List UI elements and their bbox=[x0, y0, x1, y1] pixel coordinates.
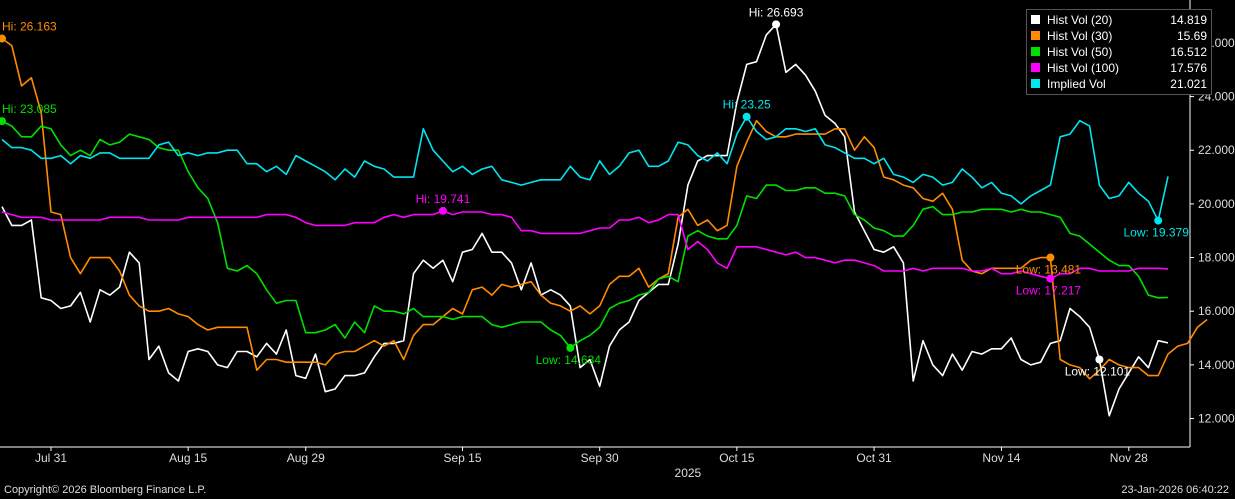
legend-item-implied-vol[interactable]: Implied Vol 21.021 bbox=[1031, 76, 1207, 92]
chart-legend: Hist Vol (20) 14.819 Hist Vol (30) 15.69… bbox=[1026, 9, 1212, 95]
legend-swatch bbox=[1031, 63, 1040, 72]
legend-label: Hist Vol (50) bbox=[1047, 45, 1113, 59]
x-tick-label: Oct 31 bbox=[856, 451, 892, 465]
x-tick-label: Jul 31 bbox=[35, 451, 67, 465]
legend-swatch bbox=[1031, 47, 1040, 56]
legend-label: Implied Vol bbox=[1047, 77, 1106, 91]
legend-value: 21.021 bbox=[1170, 77, 1207, 91]
legend-label: Hist Vol (100) bbox=[1047, 61, 1120, 75]
legend-label: Hist Vol (20) bbox=[1047, 13, 1113, 27]
extreme-marker bbox=[566, 343, 575, 352]
legend-item-hist-vol-100[interactable]: Hist Vol (100) 17.576 bbox=[1031, 60, 1207, 76]
extreme-annotation: Low: 14.634 bbox=[536, 353, 602, 367]
extreme-marker bbox=[1046, 274, 1055, 283]
y-tick-label: 12.000 bbox=[1198, 412, 1235, 426]
y-tick-label: 16.000 bbox=[1198, 304, 1235, 318]
legend-item-hist-vol-30[interactable]: Hist Vol (30) 15.69 bbox=[1031, 28, 1207, 44]
y-tick-label: 14.000 bbox=[1198, 358, 1235, 372]
x-tick-label: Sep 30 bbox=[581, 451, 619, 465]
extreme-marker bbox=[1154, 216, 1163, 225]
y-tick-label: 20.000 bbox=[1198, 197, 1235, 211]
y-tick-label: 22.000 bbox=[1198, 143, 1235, 157]
legend-swatch bbox=[1031, 79, 1040, 88]
legend-swatch bbox=[1031, 31, 1040, 40]
y-tick-label: 18.000 bbox=[1198, 251, 1235, 265]
legend-value: 15.69 bbox=[1176, 29, 1207, 43]
legend-value: 14.819 bbox=[1170, 13, 1207, 27]
extreme-annotation: Low: 17.217 bbox=[1016, 284, 1082, 298]
x-tick-label: Aug 29 bbox=[287, 451, 325, 465]
extreme-annotation: Hi: 26.693 bbox=[749, 5, 804, 19]
extreme-marker bbox=[0, 117, 6, 126]
extreme-annotation: Hi: 23.085 bbox=[2, 102, 57, 116]
legend-value: 16.512 bbox=[1170, 45, 1207, 59]
timestamp-text: 23-Jan-2026 06:40:22 bbox=[1121, 484, 1229, 496]
series-line-implied-vol bbox=[1, 115, 1169, 222]
x-tick-label: Nov 28 bbox=[1110, 451, 1148, 465]
extreme-annotation: Hi: 23.25 bbox=[723, 98, 771, 112]
extreme-marker bbox=[772, 20, 781, 29]
extreme-annotation: Hi: 19.741 bbox=[416, 192, 471, 206]
extreme-marker bbox=[438, 206, 447, 215]
extreme-marker bbox=[1095, 355, 1104, 364]
x-tick-label: Nov 14 bbox=[982, 451, 1020, 465]
year-label: 2025 bbox=[675, 466, 702, 480]
x-tick-label: Oct 15 bbox=[719, 451, 755, 465]
legend-item-hist-vol-20[interactable]: Hist Vol (20) 14.819 bbox=[1031, 12, 1207, 28]
copyright-text: Copyright© 2026 Bloomberg Finance L.P. bbox=[4, 484, 207, 496]
extreme-annotation: Hi: 26.163 bbox=[2, 20, 57, 34]
legend-label: Hist Vol (30) bbox=[1047, 29, 1113, 43]
legend-value: 17.576 bbox=[1170, 61, 1207, 75]
extreme-marker bbox=[742, 112, 751, 121]
series-line-hist-vol-100 bbox=[1, 210, 1169, 280]
legend-item-hist-vol-50[interactable]: Hist Vol (50) 16.512 bbox=[1031, 44, 1207, 60]
legend-swatch bbox=[1031, 15, 1040, 24]
extreme-annotation: Low: 13.481 bbox=[1016, 263, 1082, 277]
extreme-annotation: Low: 19.379 bbox=[1124, 226, 1190, 240]
extreme-marker bbox=[1046, 253, 1055, 262]
extreme-annotation: Low: 12.101 bbox=[1065, 365, 1131, 379]
x-tick-label: Aug 15 bbox=[169, 451, 207, 465]
x-tick-label: Sep 15 bbox=[443, 451, 481, 465]
